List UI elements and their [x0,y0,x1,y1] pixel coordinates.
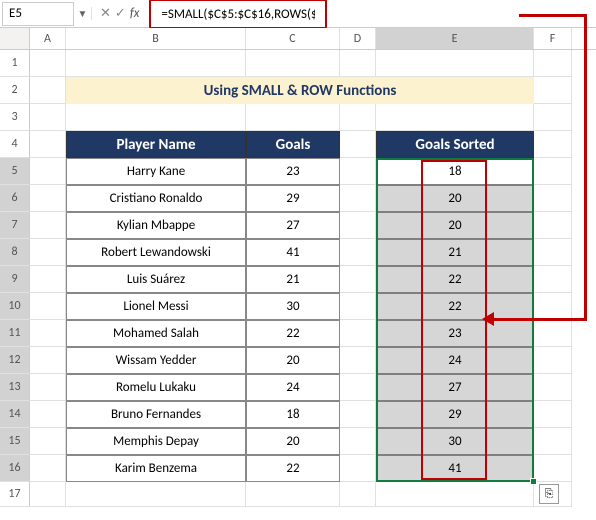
table-cell[interactable]: 27 [246,212,340,239]
row-header-7[interactable]: 7 [0,212,30,239]
header-goals[interactable]: Goals [246,131,340,158]
header-player[interactable]: Player Name [66,131,246,158]
row-header-1[interactable]: 1 [0,50,30,77]
table-cell[interactable]: 30 [246,293,340,320]
sorted-cell[interactable]: 20 [376,185,534,212]
formula-bar: E5 ▼ ✕ ✓ fx [0,0,596,28]
row-header-10[interactable]: 10 [0,293,30,320]
table-cell[interactable]: 41 [246,239,340,266]
autofill-options-icon[interactable]: ⎘ [539,484,559,504]
row-header-17[interactable]: 17 [0,482,30,507]
table-cell[interactable]: 22 [246,455,340,482]
row-header-2[interactable]: 2 [0,77,30,104]
row-header-13[interactable]: 13 [0,374,30,401]
table-cell[interactable]: 20 [246,428,340,455]
sorted-cell[interactable]: 22 [376,266,534,293]
table-cell[interactable]: Lionel Messi [66,293,246,320]
formula-confirm-icon[interactable]: ✓ [115,6,126,21]
formula-cancel-icon[interactable]: ✕ [100,6,111,21]
row-header-15[interactable]: 15 [0,428,30,455]
sorted-cell[interactable]: 29 [376,401,534,428]
row-header-6[interactable]: 6 [0,185,30,212]
table-cell[interactable]: Bruno Fernandes [66,401,246,428]
sorted-cell[interactable]: 18 [376,158,534,185]
header-sorted[interactable]: Goals Sorted [376,131,534,158]
formula-highlight-box [149,0,327,29]
table-cell[interactable]: Karim Benzema [66,455,246,482]
title-cell[interactable]: Using SMALL & ROW Functions [66,77,534,104]
table-cell[interactable]: Romelu Lukaku [66,374,246,401]
select-all-corner[interactable] [0,28,30,49]
table-cell[interactable]: 21 [246,266,340,293]
table-cell[interactable]: 29 [246,185,340,212]
col-header-C[interactable]: C [246,28,340,49]
table-cell[interactable]: 18 [246,401,340,428]
row-header-3[interactable]: 3 [0,104,30,131]
table-cell[interactable]: Luis Suárez [66,266,246,293]
row-header-5[interactable]: 5 [0,158,30,185]
col-header-A[interactable]: A [30,28,66,49]
table-cell[interactable]: Kylian Mbappe [66,212,246,239]
sorted-cell[interactable]: 23 [376,320,534,347]
sorted-cell[interactable]: 41 [376,455,534,482]
table-cell[interactable]: Mohamed Salah [66,320,246,347]
table-cell[interactable]: Memphis Depay [66,428,246,455]
row-header-11[interactable]: 11 [0,320,30,347]
table-cell[interactable]: 23 [246,158,340,185]
table-cell[interactable]: Robert Lewandowski [66,239,246,266]
table-cell[interactable]: Harry Kane [66,158,246,185]
col-header-E[interactable]: E [376,28,534,49]
sorted-cell[interactable]: 30 [376,428,534,455]
formula-input[interactable] [155,2,321,26]
cells-area[interactable]: Using SMALL & ROW Functions Player Name … [30,50,596,507]
fx-icon[interactable]: fx [130,6,140,21]
row-header-4[interactable]: 4 [0,131,30,158]
name-box-dropdown[interactable]: ▼ [74,7,92,20]
col-header-D[interactable]: D [340,28,376,49]
row-header-14[interactable]: 14 [0,401,30,428]
table-cell[interactable]: Wissam Yedder [66,347,246,374]
row-header-9[interactable]: 9 [0,266,30,293]
spreadsheet-grid: A B C D E F 1 2 3 4 5 6 7 8 9 10 11 12 1… [0,28,596,507]
table-cell[interactable]: 20 [246,347,340,374]
column-headers: A B C D E F [0,28,596,50]
name-box[interactable]: E5 [2,2,74,26]
sorted-cell[interactable]: 24 [376,347,534,374]
table-cell[interactable]: Cristiano Ronaldo [66,185,246,212]
row-headers: 1 2 3 4 5 6 7 8 9 10 11 12 13 14 15 16 1… [0,50,30,507]
row-header-8[interactable]: 8 [0,239,30,266]
sorted-cell[interactable]: 21 [376,239,534,266]
sorted-cell[interactable]: 20 [376,212,534,239]
col-header-B[interactable]: B [66,28,246,49]
table-cell[interactable]: 22 [246,320,340,347]
sorted-cell[interactable]: 27 [376,374,534,401]
row-header-16[interactable]: 16 [0,455,30,482]
table-cell[interactable]: 24 [246,374,340,401]
sorted-cell[interactable]: 22 [376,293,534,320]
col-header-F[interactable]: F [534,28,572,49]
row-header-12[interactable]: 12 [0,347,30,374]
